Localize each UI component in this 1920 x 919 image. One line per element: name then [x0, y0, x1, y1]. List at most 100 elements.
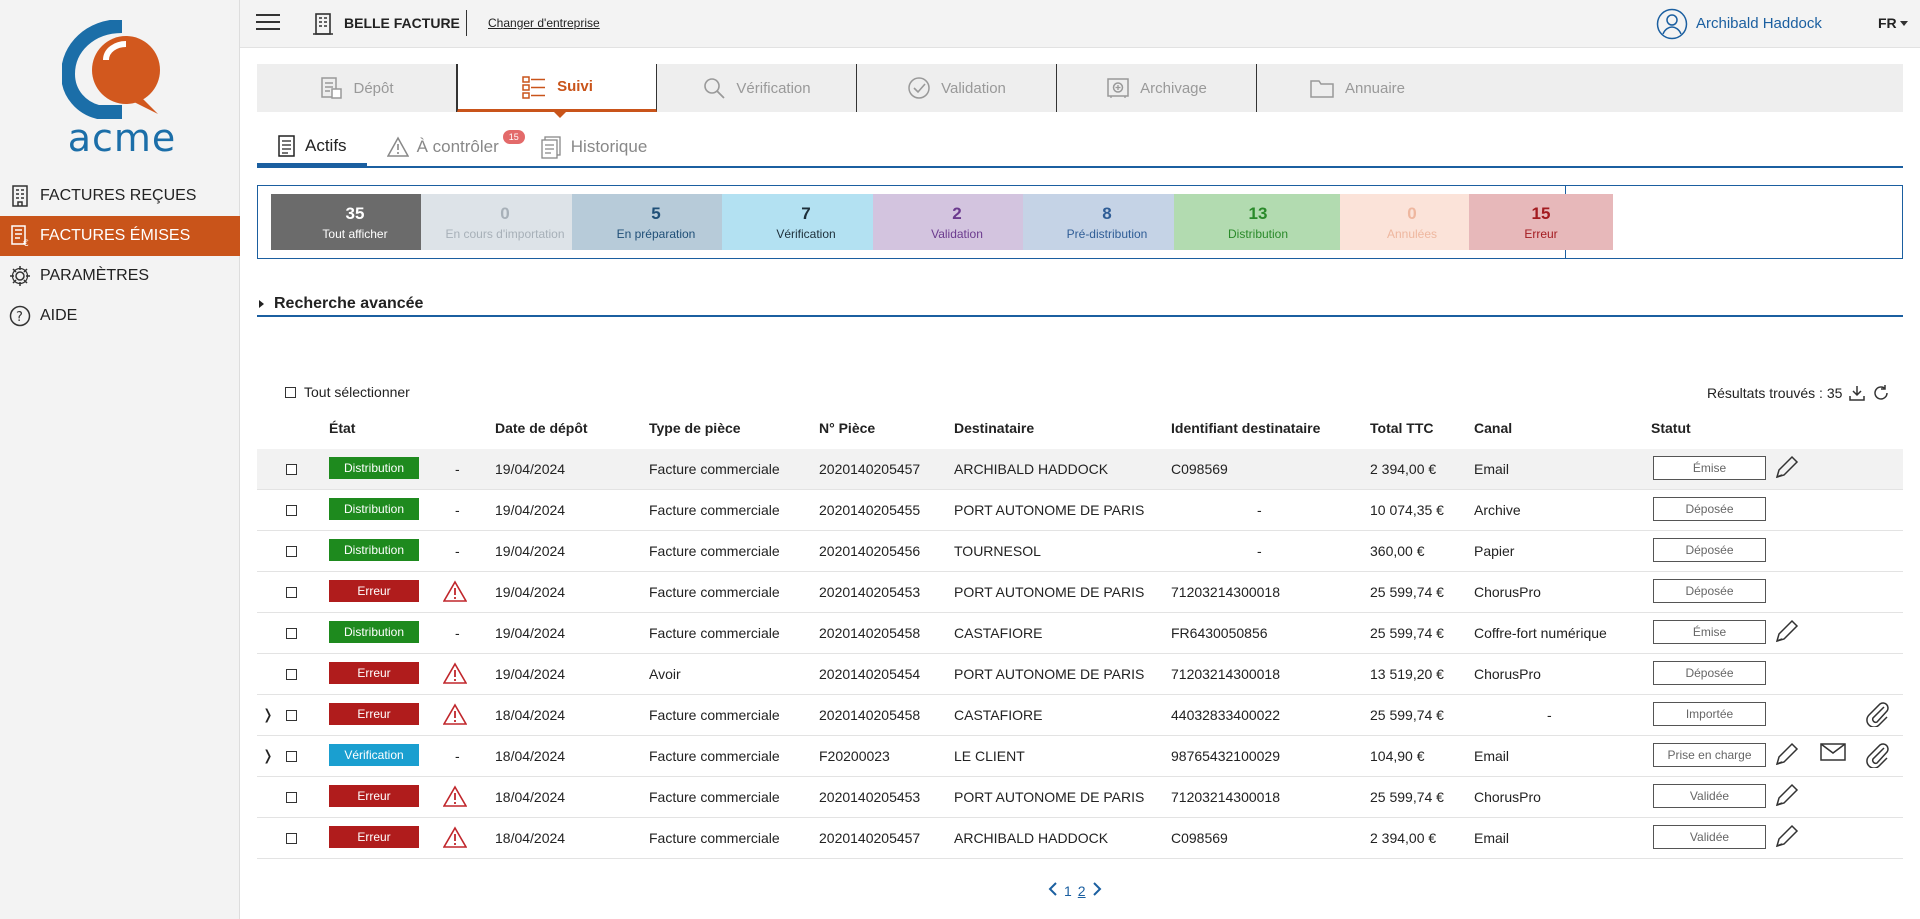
change-company-link[interactable]: Changer d'entreprise — [488, 16, 600, 30]
tab-suivi[interactable]: Suivi — [457, 64, 657, 118]
column-header[interactable]: Date de dépôt — [495, 420, 588, 436]
warning-icon[interactable] — [442, 662, 468, 687]
row-checkbox[interactable] — [286, 587, 297, 598]
table-row[interactable]: Erreur 19/04/2024 Avoir 2020140205454 PORT A… — [257, 654, 1903, 695]
cell-channel: Email — [1474, 748, 1510, 764]
select-all-checkbox[interactable] — [285, 386, 296, 398]
cell-recipient-id: C098569 — [1171, 461, 1228, 477]
column-header[interactable]: Identifiant destinataire — [1171, 420, 1320, 436]
statut-box: Émise — [1653, 456, 1766, 480]
counter-5[interactable]: 8 Pré-distribution — [1023, 194, 1191, 250]
tab-archivage[interactable]: Archivage — [1057, 64, 1257, 112]
paperclip-icon[interactable] — [1864, 742, 1890, 768]
row-checkbox[interactable] — [286, 833, 297, 844]
download-icon[interactable] — [1848, 384, 1866, 402]
refresh-icon[interactable] — [1872, 384, 1890, 402]
table-row[interactable]: Distribution - 19/04/2024 Facture commercia… — [257, 449, 1903, 490]
table-row[interactable]: ❭ Vérification - 18/04/2024 Facture commerci… — [257, 736, 1903, 777]
pencil-icon[interactable] — [1773, 742, 1799, 768]
counter-2[interactable]: 5 En préparation — [572, 194, 740, 250]
table-row[interactable]: Erreur 19/04/2024 Facture commerciale 20201… — [257, 572, 1903, 613]
cell-piece-number[interactable]: 2020140205456 — [819, 543, 920, 559]
table-row[interactable]: Distribution - 19/04/2024 Facture commercia… — [257, 613, 1903, 654]
table-row[interactable]: Distribution - 19/04/2024 Facture commercia… — [257, 490, 1903, 531]
counter-3[interactable]: 7 Vérification — [722, 194, 890, 250]
pencil-icon[interactable] — [1773, 824, 1799, 850]
warning-icon[interactable] — [442, 826, 468, 851]
cell-piece-number[interactable]: 2020140205453 — [819, 584, 920, 600]
user-name[interactable]: Archibald Haddock — [1696, 15, 1822, 32]
column-header[interactable]: Canal — [1474, 420, 1512, 436]
row-checkbox[interactable] — [286, 546, 297, 557]
column-header[interactable]: Type de pièce — [649, 420, 741, 436]
counter-6[interactable]: 13 Distribution — [1174, 194, 1342, 250]
table-row[interactable]: Erreur 18/04/2024 Facture commerciale 20201… — [257, 777, 1903, 818]
row-expand-chevron[interactable]: ❭ — [262, 706, 274, 723]
cell-piece-number[interactable]: 2020140205458 — [819, 625, 920, 641]
tab-historique[interactable]: Historique — [519, 128, 668, 166]
tab-annuaire[interactable]: Annuaire — [1257, 64, 1457, 112]
row-expand-chevron[interactable]: ❭ — [262, 747, 274, 764]
statut-box: Validée — [1653, 825, 1766, 849]
cell-piece-number[interactable]: F20200023 — [819, 748, 890, 764]
table-row[interactable]: ❭ Erreur 18/04/2024 Facture commerciale 2020… — [257, 695, 1903, 736]
row-checkbox[interactable] — [286, 505, 297, 516]
tab-verification[interactable]: Vérification — [657, 64, 857, 112]
chevron-down-icon[interactable] — [1900, 21, 1908, 26]
cell-piece-number[interactable]: 2020140205455 — [819, 502, 920, 518]
cell-piece-number[interactable]: 2020140205453 — [819, 789, 920, 805]
tab-depot[interactable]: Dépôt — [257, 64, 457, 112]
column-header[interactable]: Statut — [1651, 420, 1691, 436]
acme-logo[interactable]: acme — [60, 19, 182, 160]
row-checkbox[interactable] — [286, 792, 297, 803]
tab-validation[interactable]: Validation — [857, 64, 1057, 112]
row-checkbox[interactable] — [286, 464, 297, 475]
column-header[interactable]: N° Pièce — [819, 420, 875, 436]
advanced-search-toggle[interactable]: Recherche avancée — [257, 292, 1903, 317]
cell-piece-number[interactable]: 2020140205454 — [819, 666, 920, 682]
pencil-icon[interactable] — [1773, 455, 1799, 481]
cell-recipient: PORT AUTONOME DE PARIS — [954, 584, 1145, 600]
chevron-left-icon[interactable] — [1048, 882, 1058, 899]
warning-icon[interactable] — [442, 703, 468, 728]
language-selector[interactable]: FR — [1878, 15, 1897, 31]
row-checkbox[interactable] — [286, 710, 297, 721]
sidebar-item-factures-recues[interactable]: FACTURES REÇUES — [0, 176, 240, 216]
sidebar-item-parametres[interactable]: PARAMÈTRES — [0, 256, 240, 296]
topbar: BELLE FACTURE Changer d'entreprise Archi… — [240, 0, 1920, 48]
user-avatar-icon[interactable] — [1656, 8, 1688, 45]
counter-0[interactable]: 35 Tout afficher — [271, 194, 439, 250]
cell-recipient-id: C098569 — [1171, 830, 1228, 846]
row-checkbox[interactable] — [286, 628, 297, 639]
pencil-icon[interactable] — [1773, 619, 1799, 645]
column-header[interactable]: Total TTC — [1370, 420, 1434, 436]
cell-piece-number[interactable]: 2020140205457 — [819, 461, 920, 477]
table-row[interactable]: Erreur 18/04/2024 Facture commerciale 20201… — [257, 818, 1903, 859]
select-all[interactable]: Tout sélectionner — [285, 384, 410, 400]
pencil-icon[interactable] — [1773, 783, 1799, 809]
tab-a-controler[interactable]: À contrôler 15 — [367, 128, 525, 166]
column-header[interactable]: Destinataire — [954, 420, 1034, 436]
cell-piece-number[interactable]: 2020140205457 — [819, 830, 920, 846]
envelope-icon[interactable] — [1820, 742, 1846, 762]
table-row[interactable]: Distribution - 19/04/2024 Facture commercia… — [257, 531, 1903, 572]
warning-icon[interactable] — [442, 580, 468, 605]
sidebar-item-factures-emises[interactable]: € FACTURES ÉMISES — [0, 216, 240, 256]
warning-icon[interactable] — [442, 785, 468, 810]
counter-7[interactable]: 0 Annulées — [1340, 194, 1484, 250]
row-checkbox[interactable] — [286, 751, 297, 762]
page-1[interactable]: 1 — [1064, 883, 1072, 899]
page-2[interactable]: 2 — [1078, 883, 1086, 899]
hamburger-menu-icon[interactable] — [256, 14, 280, 32]
counter-1[interactable]: 0 En cours d'importation — [421, 194, 589, 250]
paperclip-icon[interactable] — [1864, 701, 1890, 727]
counter-8[interactable]: 15 Erreur — [1469, 194, 1613, 250]
sidebar-item-aide[interactable]: ? AIDE — [0, 296, 240, 336]
column-header[interactable]: État — [329, 420, 355, 436]
row-checkbox[interactable] — [286, 669, 297, 680]
cell-recipient: TOURNESOL — [954, 543, 1041, 559]
chevron-right-icon[interactable] — [1092, 882, 1102, 899]
tab-actifs[interactable]: Actifs — [257, 128, 367, 166]
counter-4[interactable]: 2 Validation — [873, 194, 1041, 250]
cell-piece-number[interactable]: 2020140205458 — [819, 707, 920, 723]
